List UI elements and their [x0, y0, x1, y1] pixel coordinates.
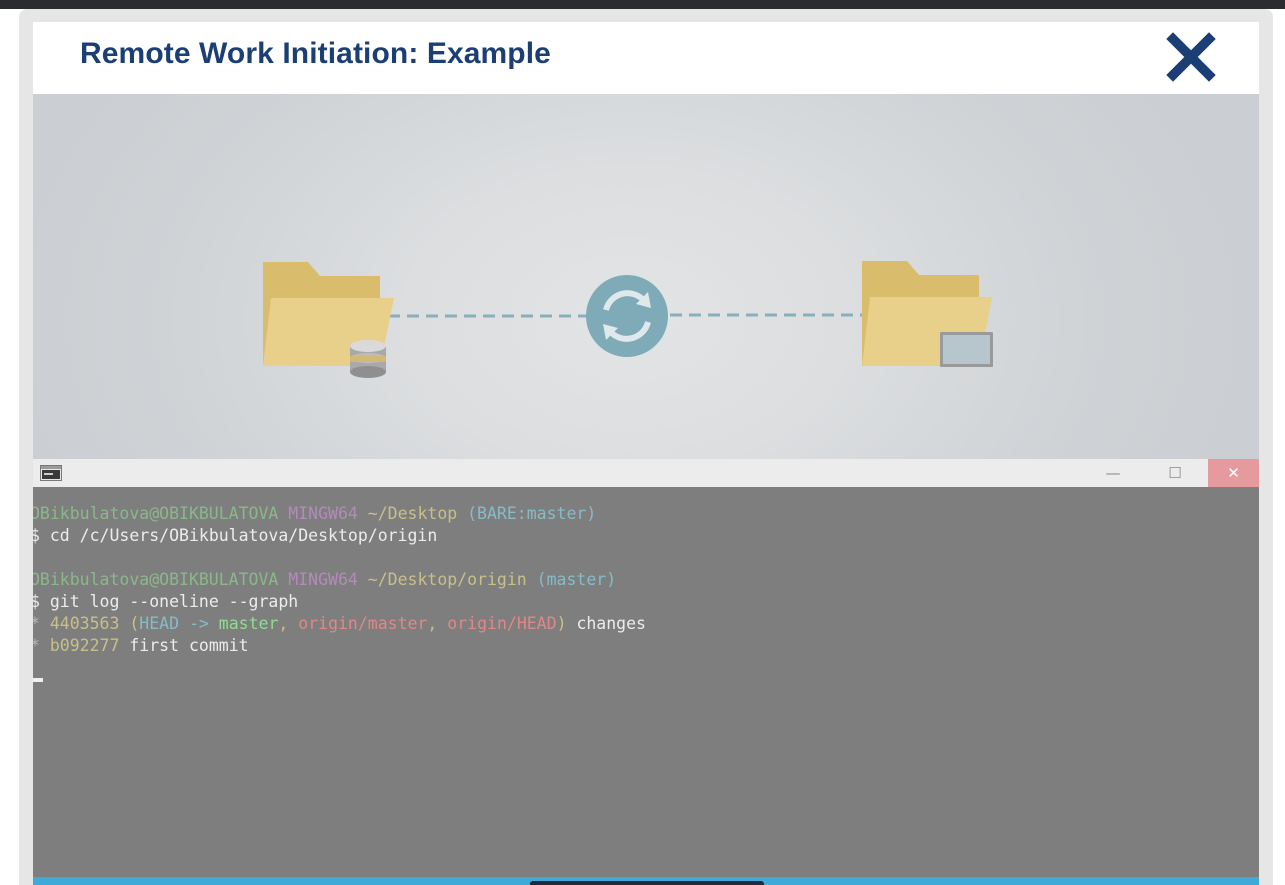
modal-header: Remote Work Initiation: Example — [33, 22, 1259, 94]
console-line: * b092277 first commit — [33, 636, 249, 655]
folder-computer-icon — [862, 261, 993, 377]
console-output: OBikbulatova@OBIKBULATOVA MINGW64 ~/Desk… — [33, 487, 1259, 877]
maximize-button[interactable]: ☐ — [1155, 459, 1195, 487]
console-line: $ cd /c/Users/OBikbulatova/Desktop/origi… — [33, 526, 438, 545]
close-icon[interactable] — [1166, 32, 1216, 82]
console-line: $ git log --oneline --graph — [33, 592, 299, 611]
browser-top-strip — [0, 0, 1285, 9]
sync-icon — [586, 275, 668, 357]
console-cursor — [33, 678, 43, 682]
console-close-button[interactable]: ✕ — [1208, 459, 1259, 487]
sync-diagram — [33, 94, 1259, 459]
minimize-button[interactable]: — — [1093, 459, 1133, 487]
folder-database-icon — [263, 262, 394, 378]
slide-content: — ☐ ✕ OBikbulatova@OBIKBULATOVA MINGW64 … — [33, 94, 1259, 877]
console-line: OBikbulatova@OBIKBULATOVA MINGW64 ~/Desk… — [33, 504, 597, 523]
console-line: OBikbulatova@OBIKBULATOVA MINGW64 ~/Desk… — [33, 570, 617, 589]
console-titlebar: — ☐ ✕ — [33, 459, 1259, 487]
slide-footer-tab[interactable] — [530, 881, 764, 885]
modal-title: Remote Work Initiation: Example — [80, 37, 551, 70]
console-line: * 4403563 (HEAD -> master, origin/master… — [33, 614, 646, 633]
console-app-icon — [40, 465, 62, 481]
